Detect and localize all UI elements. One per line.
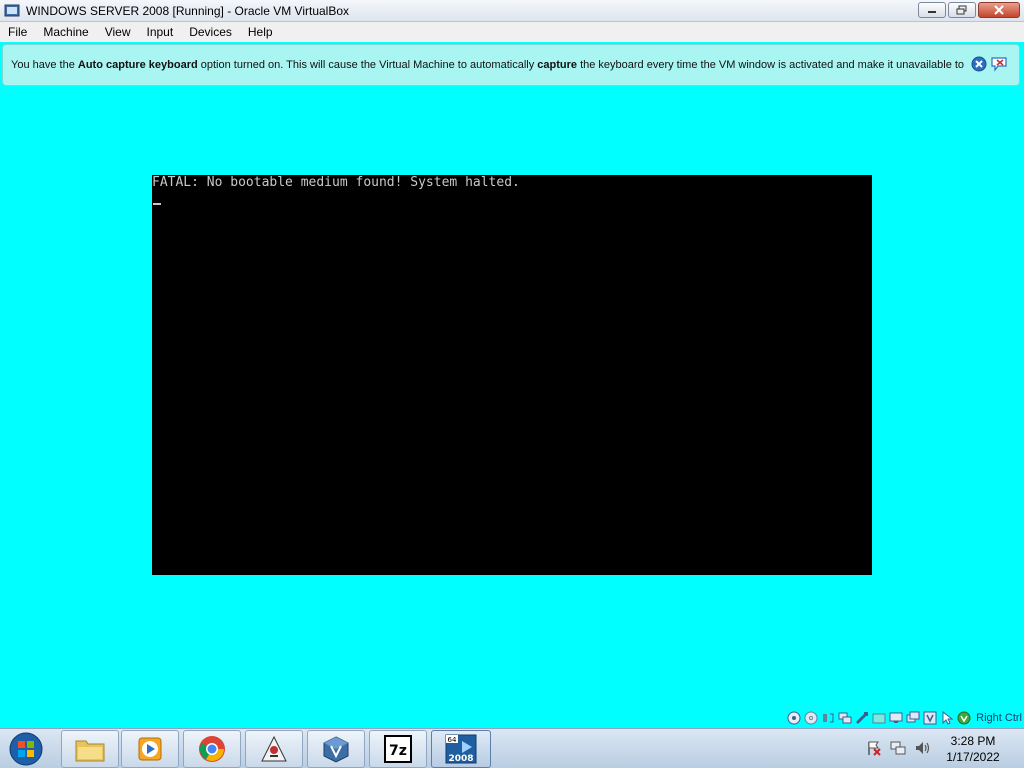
- optical-drive-icon[interactable]: [804, 711, 818, 725]
- windows-start-icon: [9, 732, 43, 766]
- taskbar-windows-server-2008-button[interactable]: 64 2008: [431, 730, 491, 768]
- server-arch-label: 64: [448, 736, 457, 744]
- clock-time: 3:28 PM: [950, 734, 996, 748]
- menu-view[interactable]: View: [97, 25, 139, 39]
- virtualbox-icon: [323, 736, 349, 763]
- restore-button[interactable]: [948, 2, 976, 18]
- virtualization-icon[interactable]: [923, 711, 937, 725]
- video-capture-icon[interactable]: [906, 711, 920, 725]
- network-tray-icon[interactable]: [890, 740, 906, 756]
- notification-text: the keyboard every time the VM window is…: [577, 59, 965, 71]
- notification-bold: capture: [537, 59, 578, 71]
- taskbar-7zip-button[interactable]: 7z: [369, 730, 427, 768]
- media-player-icon: [138, 737, 162, 761]
- taskbar-explorer-button[interactable]: [61, 730, 119, 768]
- minimize-icon: [928, 11, 936, 13]
- keyboard-capture-icon[interactable]: [957, 711, 971, 725]
- close-notification-icon[interactable]: [971, 56, 987, 72]
- taskbar-chrome-button[interactable]: [183, 730, 241, 768]
- restore-icon: [956, 5, 967, 15]
- audio-icon[interactable]: [821, 711, 835, 725]
- mouse-integration-icon[interactable]: [940, 711, 954, 725]
- menu-file[interactable]: File: [0, 25, 35, 39]
- taskbar-java-button[interactable]: [245, 730, 303, 768]
- window-title: WINDOWS SERVER 2008 [Running] - Oracle V…: [26, 3, 350, 18]
- menu-bar: File Machine View Input Devices Help: [0, 22, 1024, 42]
- action-center-flag-icon[interactable]: [866, 740, 882, 756]
- auto-capture-notification: You have the Auto capture keyboard optio…: [2, 44, 1020, 86]
- network-icon[interactable]: [838, 711, 852, 725]
- volume-icon[interactable]: [914, 740, 932, 756]
- boot-error-message: FATAL: No bootable medium found! System …: [152, 175, 520, 190]
- usb-icon[interactable]: [855, 711, 869, 725]
- clock-date: 1/17/2022: [946, 750, 1000, 764]
- system-tray: [866, 740, 932, 756]
- taskbar: 7z 64 2008 3:28 PM 1/17/2022: [0, 728, 1024, 768]
- 7zip-icon: 7z: [384, 735, 412, 763]
- do-not-show-again-icon[interactable]: [991, 56, 1009, 72]
- taskbar-virtualbox-button[interactable]: [307, 730, 365, 768]
- minimize-button[interactable]: [918, 2, 946, 18]
- notification-text: option turned on. This will cause the Vi…: [197, 59, 538, 71]
- virtualbox-app-icon: [4, 4, 20, 16]
- 7zip-label: 7z: [389, 743, 407, 759]
- taskbar-media-player-button[interactable]: [121, 730, 179, 768]
- vm-status-bar: Right Ctrl: [787, 709, 1022, 727]
- start-button[interactable]: [4, 730, 48, 768]
- java-icon: [261, 735, 287, 762]
- notification-bold: Auto capture keyboard: [77, 59, 198, 71]
- display-icon[interactable]: [889, 711, 903, 725]
- title-bar[interactable]: WINDOWS SERVER 2008 [Running] - Oracle V…: [0, 0, 1024, 22]
- chrome-icon: [199, 736, 225, 762]
- windows-explorer-icon: [75, 740, 105, 762]
- hard-disk-icon[interactable]: [787, 711, 801, 725]
- menu-machine[interactable]: Machine: [35, 25, 96, 39]
- menu-input[interactable]: Input: [139, 25, 182, 39]
- notification-text: You have the: [11, 59, 78, 71]
- menu-devices[interactable]: Devices: [181, 25, 240, 39]
- windows-server-2008-icon: 64 2008: [445, 734, 477, 764]
- close-icon: [994, 5, 1004, 15]
- menu-help[interactable]: Help: [240, 25, 281, 39]
- server-version-label: 2008: [448, 754, 473, 764]
- notification-message: You have the Auto capture keyboard optio…: [3, 59, 971, 71]
- host-key-label[interactable]: Right Ctrl: [976, 712, 1022, 724]
- text-cursor: [153, 203, 161, 205]
- clock[interactable]: 3:28 PM 1/17/2022: [940, 733, 1006, 765]
- shared-folders-icon[interactable]: [872, 711, 886, 725]
- vm-display[interactable]: FATAL: No bootable medium found! System …: [152, 175, 872, 575]
- close-button[interactable]: [978, 2, 1020, 18]
